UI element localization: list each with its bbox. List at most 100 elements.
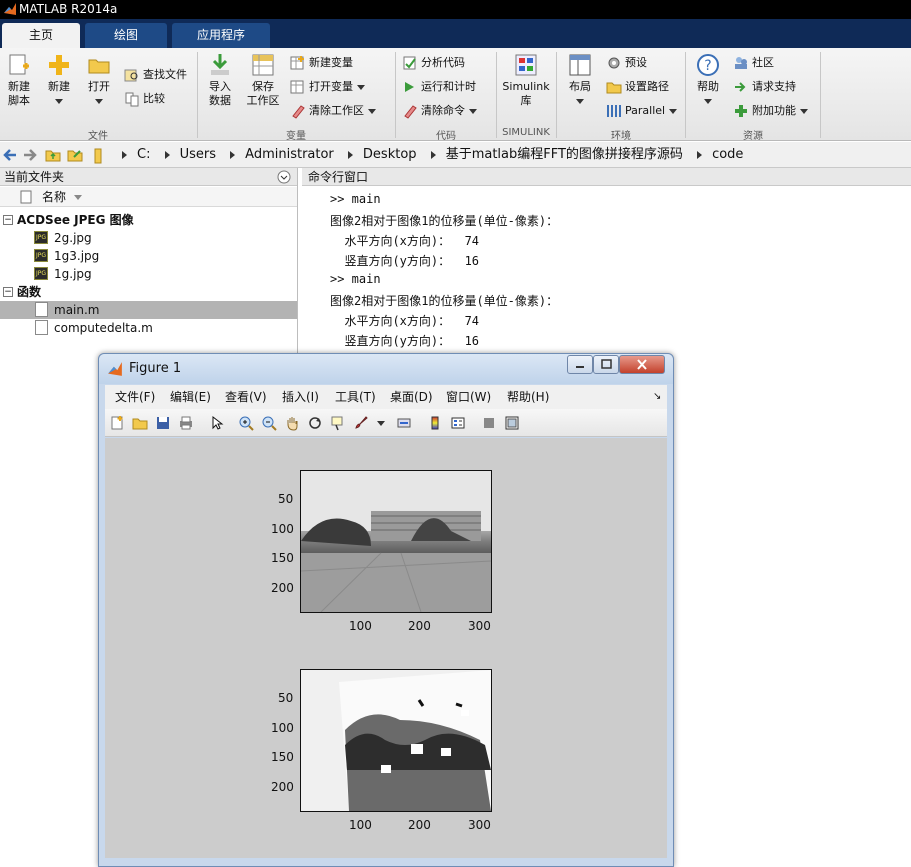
clear-workspace-button[interactable]: 清除工作区 [290, 101, 376, 121]
tree-group-functions[interactable]: − 函数 [0, 283, 297, 301]
name-column-label: 名称 [42, 190, 67, 204]
list-item[interactable]: JPG 2g.jpg [0, 229, 297, 247]
menu-view[interactable]: 查看(V) [225, 385, 267, 409]
link-plot-icon[interactable] [396, 415, 412, 431]
preferences-label: 预设 [625, 56, 647, 69]
gear-icon [608, 57, 620, 69]
parallel-button[interactable]: Parallel [606, 101, 678, 121]
maximize-icon [601, 359, 612, 369]
menu-edit[interactable]: 编辑(E) [170, 385, 211, 409]
command-window-header: 命令行窗口 [302, 168, 911, 186]
menu-tools[interactable]: 工具(T) [335, 385, 376, 409]
file-name: computedelta.m [54, 321, 153, 335]
open-variable-label: 打开变量 [309, 80, 353, 93]
pointer-icon[interactable] [209, 415, 225, 431]
simulink-group-label: SIMULINK [502, 127, 550, 138]
collapse-icon[interactable]: − [3, 287, 13, 297]
run-and-time-button[interactable]: 运行和计时 [402, 77, 476, 97]
close-button[interactable] [619, 355, 665, 374]
list-item[interactable]: computedelta.m [0, 319, 297, 337]
tree-group-jpeg[interactable]: − ACDSee JPEG 图像 [0, 211, 297, 229]
save-icon[interactable] [155, 415, 171, 431]
campus-photo-image [301, 471, 491, 612]
community-button[interactable]: 社区 [733, 53, 774, 73]
show-plot-tools-icon[interactable] [504, 415, 520, 431]
compare-button[interactable]: 比较 [124, 89, 165, 109]
tab-apps[interactable]: 应用程序 [172, 23, 270, 48]
minimize-button[interactable] [567, 355, 593, 374]
back-arrow-icon[interactable] [2, 147, 18, 163]
maximize-button[interactable] [593, 355, 619, 374]
import-data-button[interactable]: 导入 数据 [201, 52, 239, 108]
clear-commands-button[interactable]: 清除命令 [402, 101, 477, 121]
legend-icon[interactable] [450, 415, 466, 431]
figure-menubar: 文件(F) 编辑(E) 查看(V) 插入(I) 工具(T) 桌面(D) 窗口(W… [105, 385, 667, 409]
new-script-label: 新建 脚本 [8, 80, 30, 107]
breadcrumb-item[interactable]: Users [180, 147, 216, 162]
new-script-button[interactable]: 新建 脚本 [2, 52, 36, 108]
breadcrumb-item[interactable]: 基于matlab编程FFT的图像拼接程序源码 [446, 147, 683, 162]
brush-icon[interactable] [353, 415, 369, 431]
image-axes-1[interactable] [300, 470, 492, 613]
save-workspace-button[interactable]: 保存 工作区 [243, 52, 283, 108]
figure-titlebar[interactable]: Figure 1 [99, 354, 673, 384]
new-variable-button[interactable]: 新建变量 [290, 53, 353, 73]
zoom-out-icon[interactable] [261, 415, 277, 431]
address-bar: C: Users Administrator Desktop 基于matlab编… [0, 142, 911, 168]
name-column-header[interactable]: 名称 [0, 187, 297, 207]
set-path-button[interactable]: 设置路径 [606, 77, 669, 97]
breadcrumb-item[interactable]: Desktop [363, 147, 417, 162]
breadcrumb-item[interactable]: code [712, 147, 743, 162]
x-tick-label: 100 [349, 818, 372, 832]
menu-window[interactable]: 窗口(W) [446, 385, 491, 409]
figure-window[interactable]: Figure 1 文件(F) 编辑(E) 查看(V) 插入(I) 工具(T) 桌… [98, 353, 674, 867]
forward-arrow-icon[interactable] [22, 147, 38, 163]
tab-home[interactable]: 主页 [2, 23, 80, 48]
menu-desktop[interactable]: 桌面(D) [390, 385, 433, 409]
zoom-in-icon[interactable] [238, 415, 254, 431]
pan-hand-icon[interactable] [284, 415, 300, 431]
new-figure-icon[interactable] [109, 415, 125, 431]
open-file-icon[interactable] [132, 415, 148, 431]
tab-plots[interactable]: 绘图 [85, 23, 167, 48]
y-tick-label: 50 [278, 691, 294, 705]
print-icon[interactable] [178, 415, 194, 431]
colorbar-icon[interactable] [427, 415, 443, 431]
breadcrumb-item[interactable]: C: [137, 147, 150, 162]
image-axes-2[interactable] [300, 669, 492, 812]
menu-help[interactable]: 帮助(H) [507, 385, 549, 409]
find-files-button[interactable]: 查找文件 [124, 65, 187, 85]
analyze-code-button[interactable]: 分析代码 [402, 53, 465, 73]
up-folder-icon[interactable] [45, 147, 61, 163]
preferences-button[interactable]: 预设 [606, 53, 647, 73]
analyze-code-icon [403, 56, 416, 70]
run-and-time-icon [405, 82, 414, 92]
new-button[interactable]: 新建 [42, 52, 76, 108]
browse-folder-icon[interactable] [67, 147, 83, 163]
list-item[interactable]: main.m [0, 301, 297, 319]
brush-dropdown-icon[interactable] [377, 421, 385, 426]
x-tick-label: 200 [408, 818, 431, 832]
list-item[interactable]: JPG 1g3.jpg [0, 247, 297, 265]
menu-insert[interactable]: 插入(I) [282, 385, 319, 409]
menu-file[interactable]: 文件(F) [115, 385, 155, 409]
rotate-3d-icon[interactable] [307, 415, 323, 431]
help-button[interactable]: ? 帮助 [690, 52, 726, 108]
hide-plot-tools-icon[interactable] [481, 415, 497, 431]
simulink-library-button[interactable]: Simulink 库 [502, 52, 550, 108]
addons-button[interactable]: 附加功能 [733, 101, 808, 121]
breadcrumb-item[interactable]: Administrator [245, 147, 334, 162]
request-support-label: 请求支持 [752, 80, 796, 93]
data-cursor-icon[interactable] [330, 415, 346, 431]
panel-menu-icon[interactable] [277, 170, 291, 184]
open-button[interactable]: 打开 [82, 52, 116, 108]
request-support-button[interactable]: 请求支持 [733, 77, 796, 97]
menu-overflow-icon[interactable]: ↘ [653, 385, 661, 409]
help-icon: ? [697, 54, 719, 76]
m-file-icon [35, 302, 48, 317]
layout-button[interactable]: 布局 [562, 52, 598, 108]
output-line: 水平方向(x方向)： 74 [330, 234, 480, 248]
open-variable-button[interactable]: 打开变量 [290, 77, 365, 97]
collapse-icon[interactable]: − [3, 215, 13, 225]
list-item[interactable]: JPG 1g.jpg [0, 265, 297, 283]
